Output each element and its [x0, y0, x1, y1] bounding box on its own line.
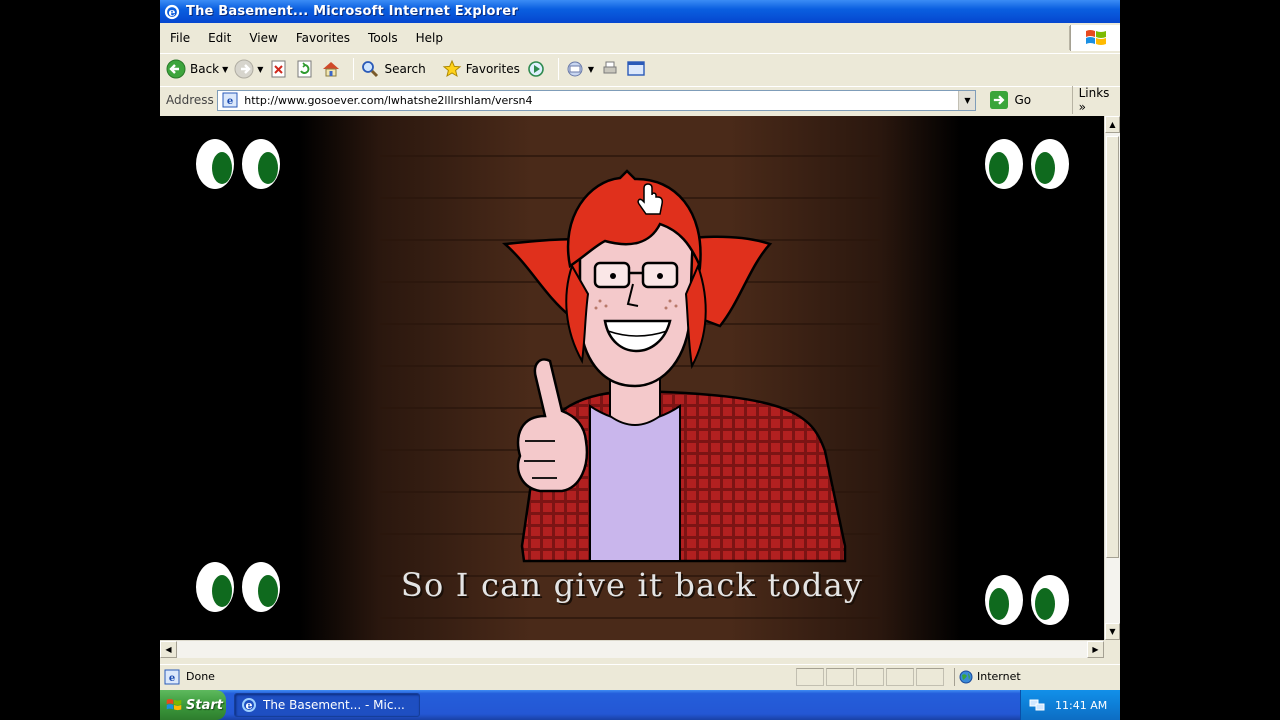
- status-bar: e Done Internet: [160, 664, 1120, 688]
- security-zone[interactable]: Internet: [954, 667, 1021, 686]
- status-text: Done: [186, 670, 215, 683]
- links-label: Links: [1078, 86, 1110, 100]
- back-label: Back: [190, 62, 220, 76]
- favorites-button[interactable]: Favorites: [442, 57, 520, 81]
- window-title: The Basement... Microsoft Internet Explo…: [186, 4, 518, 19]
- status-panel: [886, 667, 914, 686]
- forward-arrow-icon: [234, 59, 254, 79]
- subtitle-caption: So I can give it back today: [400, 566, 864, 604]
- menu-help[interactable]: Help: [416, 31, 443, 45]
- standard-toolbar: Back ▼ ▼ Search Favorites ▼: [160, 53, 1120, 84]
- network-icon[interactable]: [1029, 697, 1045, 713]
- chevron-right-icon: »: [1078, 100, 1086, 114]
- scroll-down-arrow-icon[interactable]: ▼: [1105, 623, 1120, 640]
- ie-icon: e: [164, 4, 180, 19]
- flash-animation-stage[interactable]: [300, 116, 960, 640]
- print-icon: [603, 61, 617, 74]
- menu-file[interactable]: File: [170, 31, 190, 45]
- menu-tools[interactable]: Tools: [368, 31, 398, 45]
- search-label: Search: [384, 62, 426, 76]
- status-panel: [916, 667, 944, 686]
- start-label: Start: [186, 697, 223, 713]
- zone-label: Internet: [977, 670, 1021, 683]
- left-eye: [610, 273, 616, 279]
- mail-dropdown-icon[interactable]: ▼: [588, 65, 594, 74]
- messenger-icon: [627, 61, 645, 76]
- search-button[interactable]: Search: [360, 57, 426, 81]
- status-panel: [796, 667, 824, 686]
- page-done-icon: e: [164, 669, 180, 684]
- address-bar: Address e http://www.gosoever.com/lwhats…: [160, 86, 1120, 114]
- scroll-up-arrow-icon[interactable]: ▲: [1105, 116, 1120, 133]
- menu-bar: File Edit View Favorites Tools Help: [160, 25, 1120, 51]
- media-button[interactable]: [526, 57, 546, 81]
- svg-text:e: e: [246, 699, 253, 712]
- forward-dropdown-icon[interactable]: ▼: [257, 65, 263, 74]
- address-dropdown-icon[interactable]: ▼: [958, 90, 976, 110]
- eyes-top-right: [985, 139, 1069, 189]
- windows-flag-icon: [1085, 30, 1106, 45]
- forward-button[interactable]: ▼: [234, 57, 263, 81]
- scrollbar-corner: [1104, 640, 1120, 658]
- menu-edit[interactable]: Edit: [208, 31, 231, 45]
- ie-icon: e: [242, 698, 256, 712]
- refresh-button[interactable]: [295, 57, 315, 81]
- search-icon: [362, 61, 379, 78]
- back-dropdown-icon[interactable]: ▼: [222, 65, 228, 74]
- menu-view[interactable]: View: [249, 31, 277, 45]
- toolbar-separator: [353, 58, 355, 80]
- taskbar: Start e The Basement... - Mic... 11:41 A…: [160, 690, 1120, 720]
- home-icon: [323, 62, 340, 77]
- svg-text:e: e: [169, 6, 176, 19]
- favorites-label: Favorites: [465, 62, 520, 76]
- mail-icon: [567, 61, 583, 77]
- taskbar-window-label: The Basement... - Mic...: [263, 698, 405, 712]
- windows-flag-logo: [1070, 25, 1120, 51]
- mail-button[interactable]: ▼: [565, 57, 594, 81]
- stop-icon: [271, 60, 286, 78]
- messenger-button[interactable]: [626, 57, 646, 81]
- clock[interactable]: 11:41 AM: [1055, 699, 1107, 712]
- right-eye: [657, 273, 663, 279]
- vertical-scroll-thumb[interactable]: [1106, 136, 1119, 558]
- go-button[interactable]: Go: [990, 91, 1049, 109]
- system-tray: 11:41 AM: [1020, 690, 1120, 720]
- back-button[interactable]: Back ▼: [166, 57, 228, 81]
- ie-window: e The Basement... Microsoft Internet Exp…: [160, 0, 1120, 720]
- title-bar[interactable]: e The Basement... Microsoft Internet Exp…: [160, 0, 1120, 23]
- vertical-scrollbar[interactable]: ▲ ▼: [1104, 116, 1120, 640]
- favorites-star-icon: [442, 59, 461, 78]
- back-arrow-icon: [166, 59, 186, 79]
- home-button[interactable]: [321, 57, 341, 81]
- menu-favorites[interactable]: Favorites: [296, 31, 350, 45]
- stop-button[interactable]: [269, 57, 289, 81]
- go-label: Go: [1014, 93, 1032, 107]
- svg-text:e: e: [227, 96, 233, 107]
- refresh-icon: [297, 60, 312, 78]
- page-icon: e: [222, 92, 238, 108]
- toolbar-separator: [557, 58, 559, 80]
- print-button[interactable]: [600, 57, 620, 81]
- eyes-top-left: [196, 139, 280, 189]
- taskbar-ie-window-button[interactable]: e The Basement... - Mic...: [234, 693, 420, 717]
- internet-globe-icon: [959, 670, 973, 683]
- links-button[interactable]: Links »: [1071, 86, 1120, 114]
- media-icon: [528, 61, 544, 77]
- start-button[interactable]: Start: [160, 690, 226, 720]
- horizontal-scrollbar[interactable]: ◀ ▶: [160, 640, 1104, 658]
- address-label: Address: [166, 93, 214, 107]
- address-input[interactable]: e http://www.gosoever.com/lwhatshe2lllrs…: [217, 89, 977, 111]
- svg-text:e: e: [169, 673, 175, 684]
- windows-flag-icon: [166, 699, 182, 711]
- address-url[interactable]: http://www.gosoever.com/lwhatshe2lllrshl…: [244, 94, 958, 107]
- go-arrow-icon: [990, 91, 1009, 109]
- web-content[interactable]: So I can give it back today: [160, 116, 1104, 640]
- status-panel: [856, 667, 884, 686]
- t-shirt: [589, 404, 681, 562]
- scroll-left-arrow-icon[interactable]: ◀: [160, 641, 177, 658]
- status-panel: [826, 667, 854, 686]
- scroll-right-arrow-icon[interactable]: ▶: [1087, 641, 1104, 658]
